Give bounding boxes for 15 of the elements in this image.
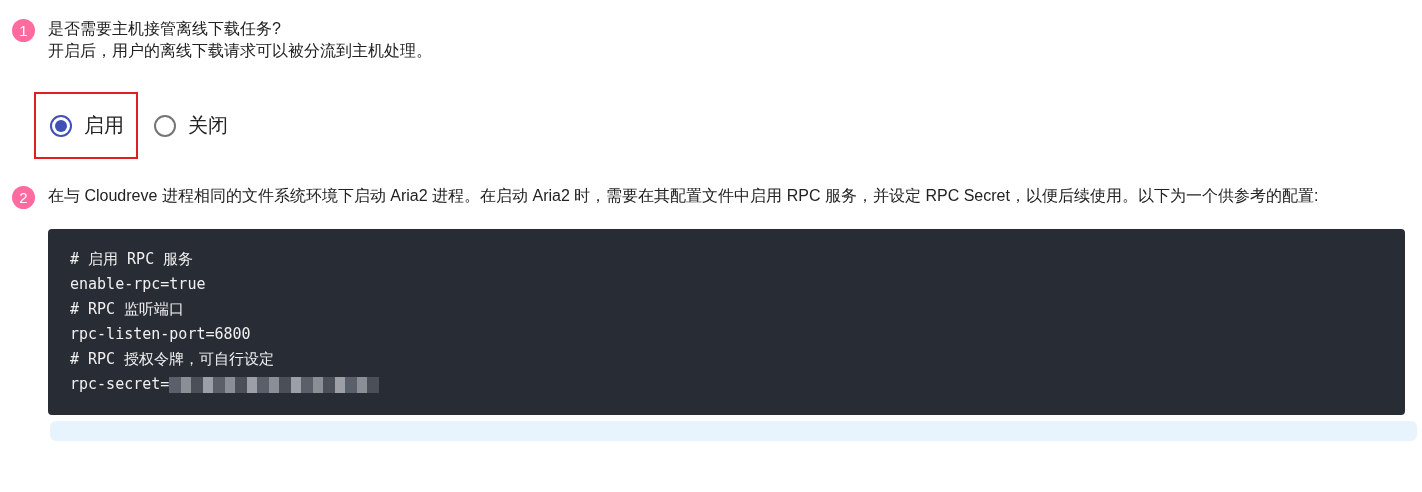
code-line: # RPC 监听端口 [70,299,185,320]
step-title: 是否需要主机接管离线下载任务? [48,19,282,39]
code-line: enable-rpc=true [70,274,206,295]
step-text: 在与 Cloudreve 进程相同的文件系统环境下启动 Aria2 进程。在启动 Aria2 时，需要在其配置文件中启用 RPC 服务，并设定 RPC Secret，以便后续使用。以下为一个供参考的配置: [48,186,1320,206]
code-line: # 启用 RPC 服务 [70,249,194,270]
step-number-badge: 1 [12,19,35,42]
code-line: rpc-secret= [70,374,170,395]
code-line: # RPC 授权令牌，可自行设定 [70,349,275,370]
radio-option[interactable]: 启用 [34,92,138,159]
radio-label: 关闭 [188,113,228,138]
code-line: rpc-listen-port=6800 [70,324,251,345]
step-description: 开启后，用户的离线下载请求可以被分流到主机处理。 [48,41,433,61]
radio-label: 启用 [84,113,124,138]
radio-option[interactable]: 关闭 [138,92,242,159]
step-number-badge: 2 [12,186,35,209]
